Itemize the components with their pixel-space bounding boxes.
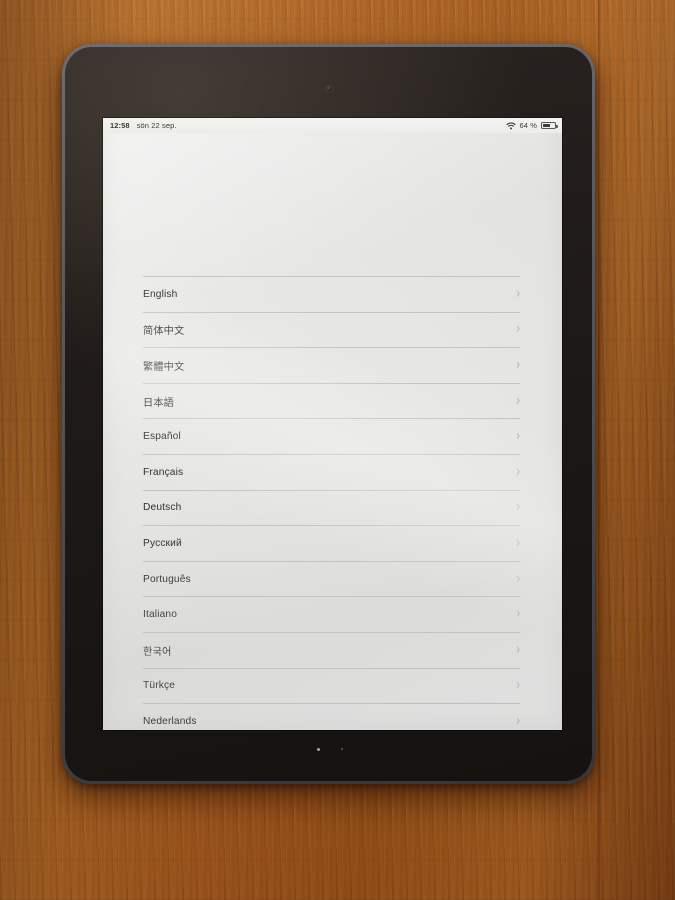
battery-percent-label: 64 % [519,121,537,130]
language-row[interactable]: 简体中文 › [143,311,520,348]
status-bar: 12:58 sön 22 sep. 64 % [103,118,562,133]
chevron-right-icon: › [516,642,520,658]
language-label: Français [143,466,184,478]
language-row[interactable]: Русский › [143,525,520,561]
status-bar-date: sön 22 sep. [136,121,177,130]
chevron-right-icon: › [516,713,520,729]
language-label: Nederlands [143,715,197,727]
language-label: 日本語 [143,397,175,409]
language-row[interactable]: Nederlands › [143,703,520,730]
language-row[interactable]: 日本語 › [143,382,520,419]
language-label: 繁體中文 [143,361,185,373]
language-label: Português [143,573,191,585]
language-label: 한국어 [143,646,172,658]
chevron-right-icon: › [516,428,520,444]
language-label: Русский [143,537,182,549]
tablet-screen: 12:58 sön 22 sep. 64 % English › 简体中文 › 繁體中文… [103,118,562,730]
language-row[interactable]: Italiano › [143,596,520,632]
language-label: Türkçe [143,680,176,692]
chevron-right-icon: › [516,357,520,373]
language-label: Español [143,431,181,443]
language-label: Deutsch [143,502,182,514]
chevron-right-icon: › [516,286,520,302]
language-label: English [143,288,178,300]
battery-fill [543,123,551,128]
status-bar-time: 12:58 [110,121,130,130]
language-row[interactable]: 한국어 › [143,631,520,668]
bezel-speck [317,748,320,751]
language-list: English › 简体中文 › 繁體中文 › 日本語 › Español › Français › D… [103,276,562,730]
language-row[interactable]: Deutsch › [143,489,520,526]
language-row[interactable]: Português › [143,560,520,597]
chevron-right-icon: › [516,499,520,515]
language-row[interactable]: 繁體中文 › [143,347,520,383]
chevron-right-icon: › [516,677,520,693]
front-camera-dot [326,86,331,91]
chevron-right-icon: › [516,606,520,622]
language-label: 简体中文 [143,326,185,338]
device-bezel: 12:58 sön 22 sep. 64 % English › 简体中文 › 繁體中文… [65,47,592,781]
language-row[interactable]: Türkçe › [143,667,520,704]
wifi-icon [505,121,516,129]
language-row[interactable]: Français › [143,453,520,490]
language-label: Italiano [143,609,178,621]
chevron-right-icon: › [516,464,520,480]
bezel-speck [341,748,343,750]
chevron-right-icon: › [516,392,520,408]
battery-icon [541,121,558,130]
language-row[interactable]: Español › [143,418,520,454]
language-row[interactable]: English › [143,276,520,312]
chevron-right-icon: › [516,321,520,337]
status-bar-indicators: 64 % [505,121,558,130]
chevron-right-icon: › [516,570,520,586]
chevron-right-icon: › [516,535,520,551]
tablet-device: 12:58 sön 22 sep. 64 % English › 简体中文 › 繁體中文… [62,44,595,784]
